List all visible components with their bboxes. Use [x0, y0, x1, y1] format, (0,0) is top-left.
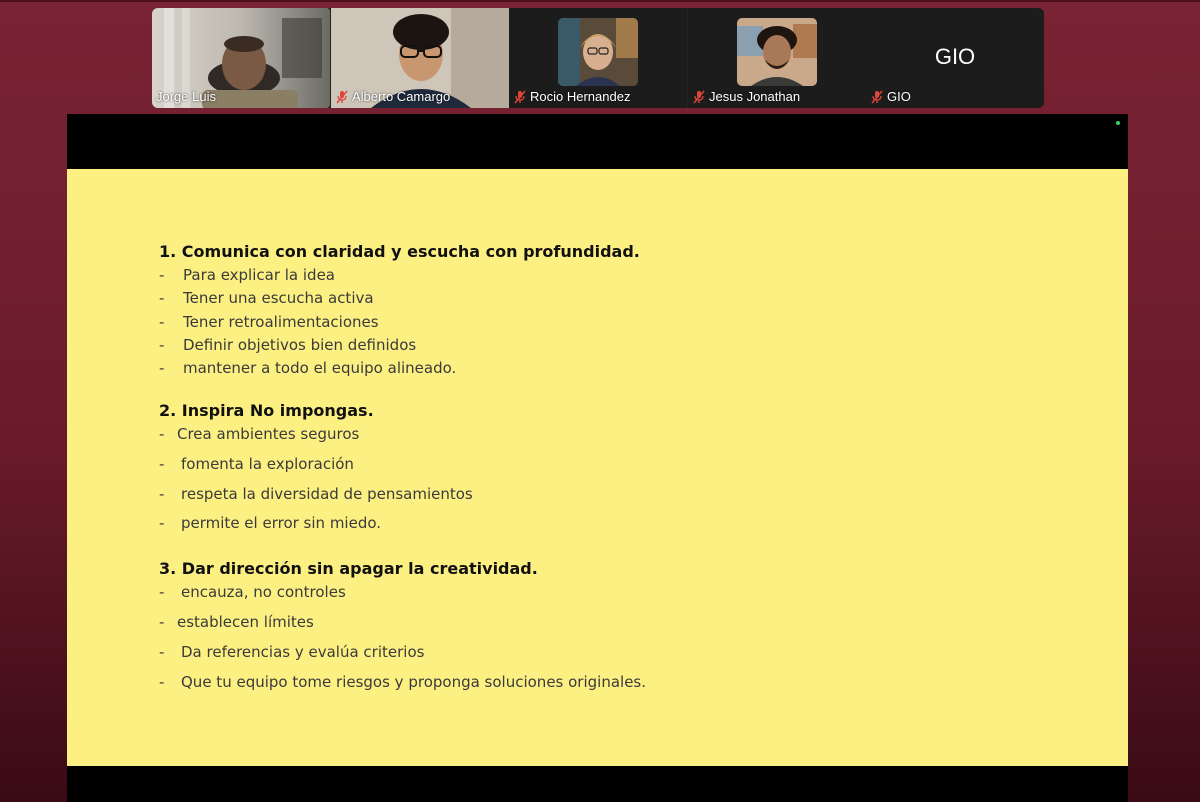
list-item: - Crea ambientes seguros — [159, 425, 360, 443]
list-item: - permite el error sin miedo. — [159, 514, 382, 532]
participant-initials: GIO — [934, 44, 976, 69]
section-title-1: 1. Comunica con claridad y escucha con p… — [159, 242, 640, 261]
list-item: - Tener retroalimentaciones — [159, 313, 379, 331]
mic-muted-icon — [336, 90, 348, 103]
presentation-slide: 1. Comunica con claridad y escucha con p… — [67, 169, 1128, 766]
list-item: - respeta la diversidad de pensamientos — [159, 485, 473, 503]
list-item: - Para explicar la idea — [159, 266, 335, 284]
participant-name: Rocio Hernandez — [530, 89, 631, 104]
list-item: - establecen límites — [159, 613, 314, 631]
participant-name: Jorge Luis — [156, 89, 216, 104]
participant-tile-gio[interactable]: GIO GIO — [866, 8, 1044, 108]
shared-screen[interactable]: 1. Comunica con claridad y escucha con p… — [67, 114, 1128, 802]
participant-thumbnail — [558, 18, 638, 86]
mic-muted-icon — [514, 90, 526, 103]
list-item: - encauza, no controles — [159, 583, 346, 601]
participant-tile-jesus-jonathan[interactable]: Jesus Jonathan — [688, 8, 866, 108]
participant-strip[interactable]: Jorge Luis Alberto Camargo Rocio Hernand… — [152, 8, 1044, 108]
list-item: - mantener a todo el equipo alineado. — [159, 359, 457, 377]
participant-name-label: GIO — [870, 89, 911, 104]
participant-name: Jesus Jonathan — [709, 89, 801, 104]
mic-muted-icon — [693, 90, 705, 103]
section-title-2: 2. Inspira No impongas. — [159, 401, 374, 420]
participant-tile-alberto-camargo[interactable]: Alberto Camargo — [331, 8, 509, 108]
participant-name: GIO — [887, 89, 911, 104]
participant-video — [737, 18, 817, 86]
screen-share-indicator — [1116, 121, 1120, 125]
list-item: - Da referencias y evalúa criterios — [159, 643, 425, 661]
list-item: - Tener una escucha activa — [159, 289, 374, 307]
window-top-edge — [0, 0, 1200, 2]
list-item: - fomenta la exploración — [159, 455, 354, 473]
participant-thumbnail — [737, 18, 817, 86]
mic-muted-icon — [871, 90, 883, 103]
list-item: - Definir objetivos bien definidos — [159, 336, 417, 354]
participant-name-label: Rocio Hernandez — [513, 89, 630, 104]
participant-video — [558, 18, 638, 86]
participant-tile-rocio-hernandez[interactable]: Rocio Hernandez — [509, 8, 687, 108]
participant-name: Alberto Camargo — [352, 89, 451, 104]
list-item: - Que tu equipo tome riesgos y proponga s… — [159, 673, 647, 691]
participant-name-label: Alberto Camargo — [335, 89, 450, 104]
participant-name-label: Jesus Jonathan — [692, 89, 800, 104]
participant-name-label: Jorge Luis — [156, 89, 216, 104]
participant-tile-jorge-luis[interactable]: Jorge Luis — [152, 8, 330, 108]
section-title-3: 3. Dar dirección sin apagar la creativid… — [159, 559, 538, 578]
